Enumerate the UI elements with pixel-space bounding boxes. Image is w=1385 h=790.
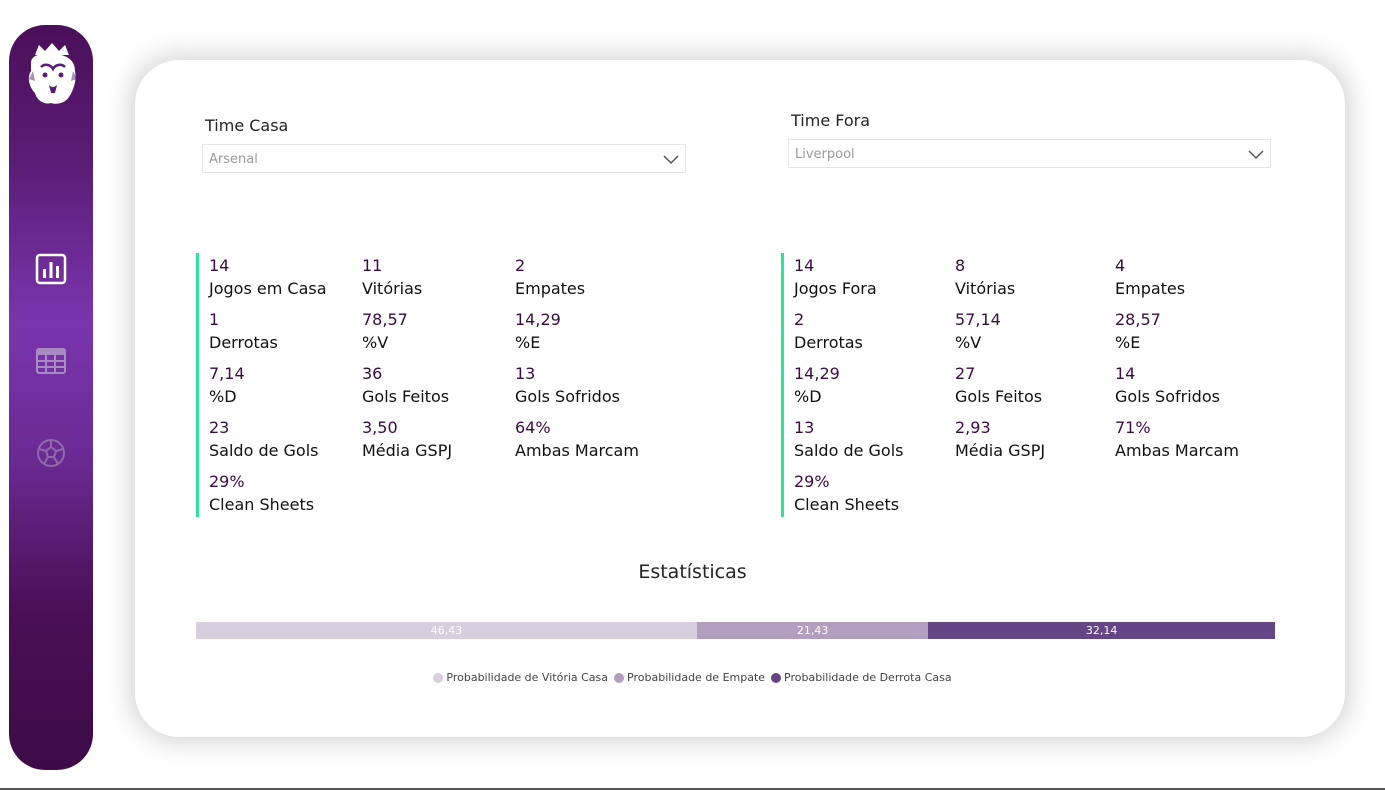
away-stat: 57,14 %V	[955, 310, 1001, 352]
away-stat: 71% Ambas Marcam	[1115, 418, 1239, 460]
legend-label: Probabilidade de Derrota Casa	[784, 671, 952, 684]
legend-item[interactable]: Probabilidade de Empate	[614, 671, 765, 684]
bar-segment-3[interactable]: 32,14	[928, 622, 1275, 639]
table-grid-icon[interactable]	[35, 345, 67, 377]
bar-segment-1[interactable]: 46,43	[196, 622, 697, 639]
bar-data-label: 32,14	[1085, 624, 1118, 637]
home-team-value: Arsenal	[209, 152, 258, 167]
home-team-label: Time Casa	[205, 116, 289, 135]
away-stat: 14 Gols Sofridos	[1115, 364, 1220, 406]
home-stat: 36 Gols Feitos	[362, 364, 450, 406]
probability-stacked-bar: 46,43 21,43 32,14	[196, 622, 1275, 639]
home-stat: 3,50 Média GSPJ	[362, 418, 453, 460]
home-stat: 29% Clean Sheets	[209, 472, 315, 514]
chevron-down-icon	[663, 155, 679, 165]
away-stat: 2,93 Média GSPJ	[955, 418, 1046, 460]
bar-data-label: 21,43	[796, 624, 829, 637]
premier-league-lion-logo-icon	[28, 43, 77, 104]
legend-label: Probabilidade de Empate	[627, 671, 766, 684]
legend-dot-icon	[771, 672, 782, 683]
home-stat: 7,14 %D	[209, 364, 245, 406]
legend-item[interactable]: Probabilidade de Vitória Casa	[433, 671, 608, 684]
report-chart-icon[interactable]	[35, 253, 67, 285]
away-stat: 27 Gols Feitos	[955, 364, 1043, 406]
home-team-dropdown[interactable]: Arsenal	[202, 144, 686, 173]
home-stat: 78,57 %V	[362, 310, 408, 352]
away-stat: 8 Vitórias	[955, 256, 1016, 298]
home-stats-card: 14 Jogos em Casa 11 Vitórias 2 Empates 1 Der…	[196, 253, 696, 517]
football-icon[interactable]	[35, 437, 67, 469]
legend-dot-icon	[433, 672, 444, 683]
home-stat: 11 Vitórias	[362, 256, 423, 298]
chart-legend: Probabilidade de Vitória Casa Probabilida…	[0, 671, 1385, 684]
home-stat: 2 Empates	[515, 256, 586, 298]
sidebar	[9, 25, 93, 770]
legend-item[interactable]: Probabilidade de Derrota Casa	[771, 671, 952, 684]
away-stat: 28,57 %E	[1115, 310, 1161, 352]
chevron-down-icon	[1248, 150, 1264, 160]
home-stat: 64% Ambas Marcam	[515, 418, 639, 460]
legend-dot-icon	[614, 672, 625, 683]
away-stat: 4 Empates	[1115, 256, 1186, 298]
away-stat: 29% Clean Sheets	[794, 472, 900, 514]
home-stat: 14,29 %E	[515, 310, 561, 352]
home-stat: 23 Saldo de Gols	[209, 418, 319, 460]
away-stat: 14 Jogos Fora	[794, 256, 877, 298]
away-stat: 14,29 %D	[794, 364, 840, 406]
away-stats-card: 14 Jogos Fora 8 Vitórias 4 Empates 2 Derrota…	[781, 253, 1281, 517]
home-stat: 13 Gols Sofridos	[515, 364, 620, 406]
home-stat: 14 Jogos em Casa	[209, 256, 327, 298]
away-stat: 2 Derrotas	[794, 310, 863, 352]
away-team-dropdown[interactable]: Liverpool	[788, 139, 1271, 168]
bar-data-label: 46,43	[430, 624, 463, 637]
legend-label: Probabilidade de Vitória Casa	[446, 671, 609, 684]
away-team-label: Time Fora	[791, 111, 871, 130]
bar-segment-2[interactable]: 21,43	[696, 622, 929, 639]
away-team-value: Liverpool	[795, 147, 855, 162]
away-stat: 13 Saldo de Gols	[794, 418, 904, 460]
home-stat: 1 Derrotas	[209, 310, 278, 352]
chart-title: Estatísticas	[638, 561, 747, 583]
